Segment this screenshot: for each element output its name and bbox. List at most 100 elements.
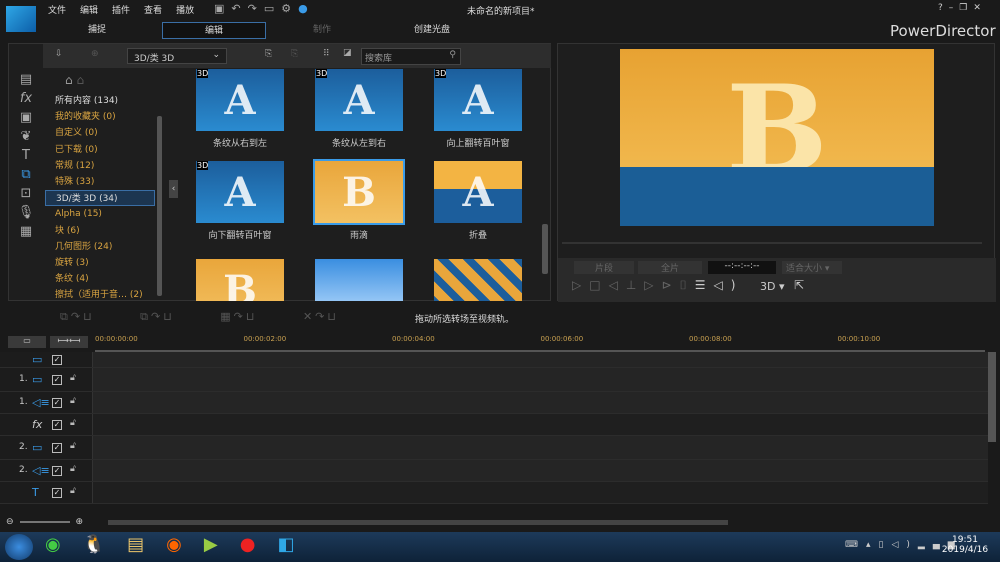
category-scrollbar[interactable]	[157, 116, 162, 296]
transition-thumbnail[interactable]: B	[313, 159, 405, 225]
crossfade-icon[interactable]: ▦↷⊔	[220, 310, 257, 323]
transition-thumbnail[interactable]	[315, 259, 403, 301]
tray-expand-icon[interactable]: ▴	[866, 540, 879, 550]
fit-timeline-button[interactable]: ⟼⟻	[50, 336, 88, 348]
add-tag-icon[interactable]: ⌂	[65, 73, 73, 87]
tab-produce[interactable]: 制作	[270, 22, 374, 39]
transition-thumbnail[interactable]: A 3D	[196, 69, 284, 131]
transition-thumbnail[interactable]	[434, 259, 522, 301]
category-item[interactable]: 块 (6)	[45, 223, 155, 239]
subtitle-icon[interactable]: ☰	[695, 278, 714, 292]
plugin-icon[interactable]: ⊕	[91, 49, 99, 59]
track-lock-icon[interactable]: 🔓︎	[70, 464, 76, 474]
category-item[interactable]: 所有内容 (134)	[45, 93, 155, 109]
restore-button[interactable]: ❐	[959, 3, 973, 13]
track-lock-icon[interactable]: 🔓︎	[70, 486, 76, 496]
aspect-icon[interactable]: ▭	[264, 2, 281, 15]
search-input[interactable]: 搜索库 ⚲	[361, 48, 461, 65]
category-item[interactable]: 3D/类 3D (34)	[45, 190, 155, 207]
track-lock-icon[interactable]: 🔓︎	[70, 373, 76, 383]
menu-plugins[interactable]: 插件	[112, 6, 130, 16]
tab-create-disc[interactable]: 创建光盘	[380, 22, 484, 39]
3d-mode-button[interactable]: 3D ▾	[760, 280, 785, 293]
remove-tag-icon[interactable]: ⌂	[76, 73, 84, 87]
category-item[interactable]: 常规 (12)	[45, 158, 155, 174]
timeline-track[interactable]: fx ✓ 🔓︎	[0, 414, 988, 436]
insert-icon[interactable]: ⎘	[291, 49, 298, 59]
fx-room-icon[interactable]: fx	[9, 91, 43, 106]
clock[interactable]: 19:51 2019/4/16	[940, 535, 990, 555]
category-item[interactable]: 旋转 (3)	[45, 255, 155, 271]
transition-thumbnail[interactable]: A 3D	[196, 161, 284, 223]
track-enable-checkbox[interactable]: ✓	[52, 420, 62, 430]
timecode-display[interactable]: --:--:--:--	[708, 261, 776, 274]
track-enable-checkbox[interactable]: ✓	[52, 466, 62, 476]
transition-thumbnail[interactable]: A	[434, 161, 522, 223]
postfix-transition-icon[interactable]: ⧉↷⊔	[140, 310, 175, 323]
audio-mixing-icon[interactable]: ⊡	[9, 186, 43, 201]
app-qq-icon[interactable]: 🐧	[83, 534, 127, 555]
settings-icon[interactable]: ⚙	[281, 2, 298, 15]
minimize-button[interactable]: –	[949, 3, 960, 13]
prefix-transition-icon[interactable]: ⧉↷⊔	[60, 310, 95, 323]
fast-forward-icon[interactable]: ⊳	[662, 278, 680, 292]
import-icon[interactable]: ⇩	[55, 49, 63, 59]
particle-room-icon[interactable]: ❦	[9, 129, 43, 144]
overlap-icon[interactable]: ✕↷⊔	[303, 310, 339, 323]
timeline-vscrollbar[interactable]	[988, 352, 996, 442]
battery-icon[interactable]: ▯	[879, 540, 892, 550]
menu-play[interactable]: 播放	[176, 6, 194, 16]
timeline-track[interactable]: 2. ◁≡ ✓ 🔓︎	[0, 460, 988, 482]
help-button[interactable]: ?	[938, 3, 949, 13]
category-item[interactable]: 擦拭（适用于音… (2)	[45, 287, 155, 301]
category-item[interactable]: 已下载 (0)	[45, 142, 155, 158]
track-lock-icon[interactable]: 🔓︎	[70, 418, 76, 428]
movie-mode-button[interactable]: 全片	[638, 261, 702, 274]
timeline-ruler[interactable]: 00:00:00:00 00:00:02:00 00:00:04:00 00:00:0…	[95, 335, 985, 352]
category-dropdown[interactable]: 3D/类 3D ⌄	[127, 48, 227, 64]
track-enable-checkbox[interactable]: ✓	[52, 398, 62, 408]
undo-icon[interactable]: ↶	[231, 2, 247, 15]
tab-edit[interactable]: 编辑	[162, 22, 266, 39]
timeline-track[interactable]: ▭ ✓	[0, 352, 988, 368]
fullscreen-icon[interactable]: ◪	[343, 48, 352, 58]
notification-icon[interactable]: ●	[298, 2, 315, 15]
track-lock-icon[interactable]: 🔓︎	[70, 441, 76, 451]
app-360-icon[interactable]: ◉	[45, 534, 83, 555]
track-enable-checkbox[interactable]: ✓	[52, 355, 62, 365]
category-item[interactable]: 条纹 (4)	[45, 271, 155, 287]
menu-edit[interactable]: 编辑	[80, 6, 98, 16]
close-button[interactable]: ✕	[973, 3, 987, 13]
app-firefox-icon[interactable]: ◉	[166, 534, 204, 555]
transition-room-icon[interactable]: ⧉	[9, 167, 43, 182]
transition-thumbnail[interactable]: A 3D	[434, 69, 522, 131]
next-frame-icon[interactable]: ▷	[644, 278, 661, 292]
start-button[interactable]	[5, 534, 33, 560]
tab-capture[interactable]: 捕捉	[45, 22, 149, 39]
track-enable-checkbox[interactable]: ✓	[52, 488, 62, 498]
add-to-timeline-icon[interactable]: ⎘	[265, 49, 272, 59]
speaker-icon[interactable]: ◁)	[891, 540, 917, 550]
menu-view[interactable]: 查看	[144, 6, 162, 16]
redo-icon[interactable]: ↷	[248, 2, 264, 15]
category-item[interactable]: 我的收藏夹 (0)	[45, 109, 155, 125]
track-enable-checkbox[interactable]: ✓	[52, 375, 62, 385]
timeline-view-button[interactable]: ▭	[8, 336, 46, 348]
media-room-icon[interactable]: ▤	[9, 72, 43, 87]
track-enable-checkbox[interactable]: ✓	[52, 443, 62, 453]
chapter-room-icon[interactable]: ▦	[9, 224, 43, 239]
menu-file[interactable]: 文件	[48, 6, 66, 16]
timeline-track[interactable]: 1. ▭ ✓ 🔓︎	[0, 368, 988, 392]
volume-icon[interactable]: ◁)	[714, 278, 744, 292]
transition-thumbnail[interactable]: B	[196, 259, 284, 301]
keyboard-icon[interactable]: ⌨	[845, 540, 866, 550]
grid-view-icon[interactable]: ⠿	[323, 49, 330, 59]
play-icon[interactable]: ▷	[572, 278, 589, 292]
zoom-slider[interactable]: ⊖ ⊕	[6, 517, 96, 527]
timeline-track[interactable]: T ✓ 🔓︎	[0, 482, 988, 504]
category-item[interactable]: 几何图形 (24)	[45, 239, 155, 255]
grid-scrollbar[interactable]	[542, 224, 548, 274]
collapse-panel-button[interactable]: ‹	[169, 180, 178, 198]
previous-frame-icon[interactable]: ◁	[609, 278, 626, 292]
timeline-hscrollbar[interactable]	[108, 520, 728, 525]
